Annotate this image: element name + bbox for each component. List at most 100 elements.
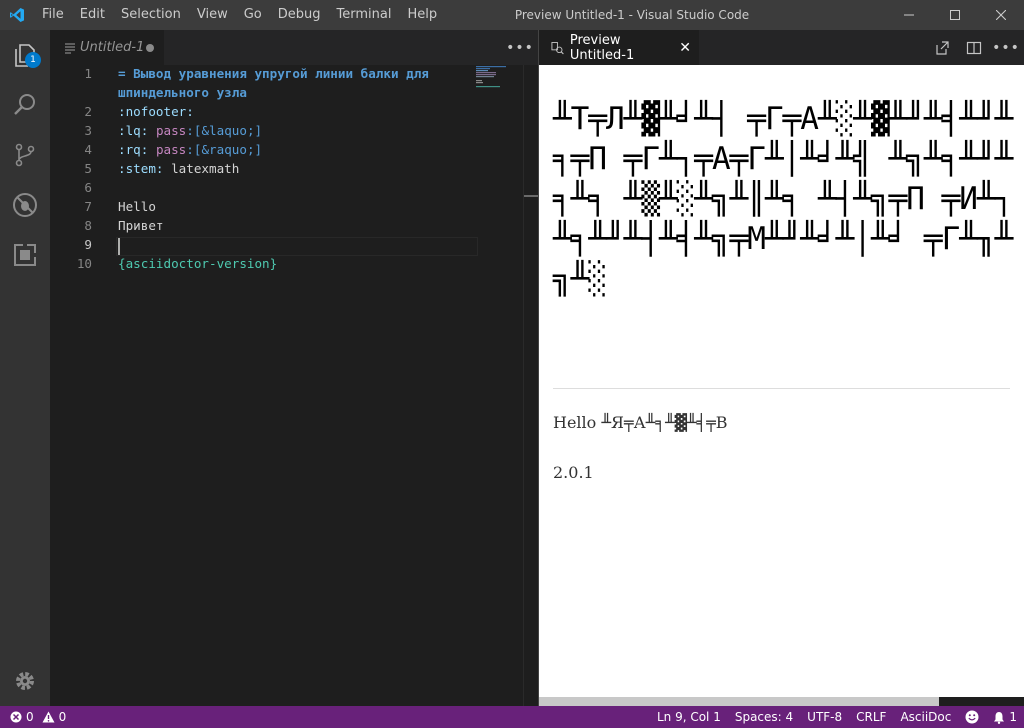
line-number: 1 [84, 66, 92, 81]
menu-bar: File Edit Selection View Go Debug Terminal Help [34, 0, 445, 30]
close-window-button[interactable] [978, 0, 1024, 30]
minimap[interactable] [476, 65, 518, 95]
notification-count: 1 [1009, 710, 1017, 724]
activity-manage[interactable] [0, 656, 50, 706]
code-token: Hello [118, 199, 156, 214]
tab-preview-untitled-1[interactable]: Preview Untitled-1 ✕ [539, 30, 699, 65]
warning-icon [42, 711, 55, 723]
menu-edit[interactable]: Edit [72, 0, 113, 30]
code-token: :lq: [118, 123, 149, 138]
editor-tab-bar: Untitled-1 ••• [50, 30, 538, 65]
warning-count: 0 [58, 710, 67, 724]
preview-horizontal-scrollbar[interactable] [539, 697, 1024, 706]
error-count: 0 [26, 710, 34, 724]
code-token: pass [155, 142, 187, 157]
code-line[interactable]: :rq: pass:[&raquo;] [118, 142, 262, 157]
preview-paragraph-version: 2.0.1 [553, 463, 594, 482]
preview-paragraph-hello: Hello ╨Я╤А╨╕╨▓╨╡╤В [553, 413, 728, 432]
editor-vertical-scrollbar[interactable] [523, 65, 538, 706]
open-source-icon [936, 40, 949, 55]
split-editor-icon [966, 41, 982, 54]
menu-terminal[interactable]: Terminal [329, 0, 400, 30]
activity-explorer[interactable]: 1 [0, 30, 50, 80]
code-line[interactable]: шпиндельного узла [118, 85, 247, 100]
preview-tab-bar: Preview Untitled-1 ✕ ••• [539, 30, 1024, 65]
split-editor-button[interactable] [964, 38, 984, 58]
line-number: 7 [84, 199, 92, 214]
minimize-button[interactable] [886, 0, 932, 30]
file-lines-icon [65, 42, 75, 54]
end-of-line[interactable]: CRLF [849, 706, 893, 728]
preview-heading: ╨Т╤Л╨▓╨╛╨┤ ╤Г╤А╨░╨▓╨╜╨╡╨╜╨╕╤П ╤Г╨┐╤А╤Г╨│… [553, 101, 1013, 297]
close-tab-icon[interactable]: ✕ [679, 40, 691, 56]
heading-divider [553, 388, 1010, 389]
gear-icon [16, 672, 34, 690]
unsaved-dot-icon[interactable] [146, 43, 154, 52]
maximize-button[interactable] [932, 0, 978, 30]
line-number: 6 [84, 180, 92, 195]
problems-indicator[interactable]: 0 0 [0, 710, 66, 724]
encoding[interactable]: UTF-8 [800, 706, 849, 728]
scroll-position-marker [524, 195, 538, 197]
code-line[interactable]: Hello [118, 199, 156, 214]
code-line[interactable]: :nofooter: [118, 104, 194, 119]
more-actions-button[interactable]: ••• [506, 38, 533, 58]
tab-untitled-1[interactable]: Untitled-1 [50, 30, 164, 65]
code-line[interactable]: :stem: latexmath [118, 161, 239, 176]
activity-source-control[interactable] [0, 130, 50, 180]
extensions-icon [14, 242, 38, 266]
open-source-button[interactable] [932, 38, 952, 58]
status-bar: 0 0 Ln 9, Col 1 Spaces: 4 UTF-8 CRLF Asc… [0, 706, 1024, 728]
tab-label: Untitled-1 [80, 40, 145, 55]
line-number: 4 [84, 142, 92, 157]
notifications-button[interactable]: 1 [986, 706, 1024, 728]
menu-selection[interactable]: Selection [113, 0, 189, 30]
source-control-icon [15, 143, 35, 167]
code-token: {asciidoctor-version} [118, 256, 278, 271]
line-number: 2 [84, 104, 92, 119]
indentation[interactable]: Spaces: 4 [728, 706, 800, 728]
error-icon [10, 711, 22, 723]
editor-group: Untitled-1 ••• 1 = Вывод уравнения упруго… [50, 30, 538, 706]
preview-more-button[interactable]: ••• [992, 38, 1019, 58]
code-token: latexmath [163, 161, 240, 176]
preview-tab-label: Preview Untitled-1 [569, 32, 635, 63]
preview-group: Preview Untitled-1 ✕ ••• ╨Т╤Л╨▓╨╛╨┤ ╤Г╤А… [538, 30, 1024, 706]
language-mode[interactable]: AsciiDoc [893, 706, 958, 728]
preview-content[interactable]: ╨Т╤Л╨▓╨╛╨┤ ╤Г╤А╨░╨▓╨╜╨╡╨╜╨╕╤П ╤Г╨┐╤А╤Г╨│… [539, 65, 1024, 697]
menu-file[interactable]: File [34, 0, 72, 30]
debug-icon [13, 193, 37, 217]
code-token: :[&laquo;] [186, 123, 263, 138]
line-number: 3 [84, 123, 92, 138]
preview-actions: ••• [932, 30, 1019, 65]
cursor-position[interactable]: Ln 9, Col 1 [650, 706, 728, 728]
code-editor[interactable]: 1 = Вывод уравнения упругой линии балки д… [50, 65, 538, 706]
explorer-badge: 1 [25, 52, 41, 68]
activity-extensions[interactable] [0, 230, 50, 280]
search-icon [14, 94, 35, 115]
code-line[interactable]: {asciidoctor-version} [118, 256, 277, 271]
code-token: pass [155, 123, 187, 138]
line-number: 8 [84, 218, 92, 233]
code-line[interactable]: = Вывод уравнения упругой линии балки дл… [118, 66, 429, 81]
menu-view[interactable]: View [189, 0, 236, 30]
activity-debug[interactable] [0, 180, 50, 230]
code-line[interactable]: Привет [118, 218, 164, 233]
line-number: 9 [84, 237, 92, 252]
menu-help[interactable]: Help [399, 0, 445, 30]
title-bar: File Edit Selection View Go Debug Terminal Help… [0, 0, 1024, 30]
current-line-highlight [116, 237, 478, 256]
scrollbar-thumb[interactable] [939, 697, 1024, 706]
menu-debug[interactable]: Debug [270, 0, 329, 30]
activity-search[interactable] [0, 80, 50, 130]
menu-go[interactable]: Go [236, 0, 270, 30]
status-bar-right: Ln 9, Col 1 Spaces: 4 UTF-8 CRLF AsciiDo… [650, 706, 1024, 728]
code-line[interactable]: :lq: pass:[&laquo;] [118, 123, 262, 138]
window-controls [886, 0, 1024, 30]
code-token: :rq: [118, 142, 149, 157]
code-token: :nofooter: [118, 104, 194, 119]
code-token: :[&raquo;] [186, 142, 263, 157]
feedback-button[interactable] [958, 706, 986, 728]
